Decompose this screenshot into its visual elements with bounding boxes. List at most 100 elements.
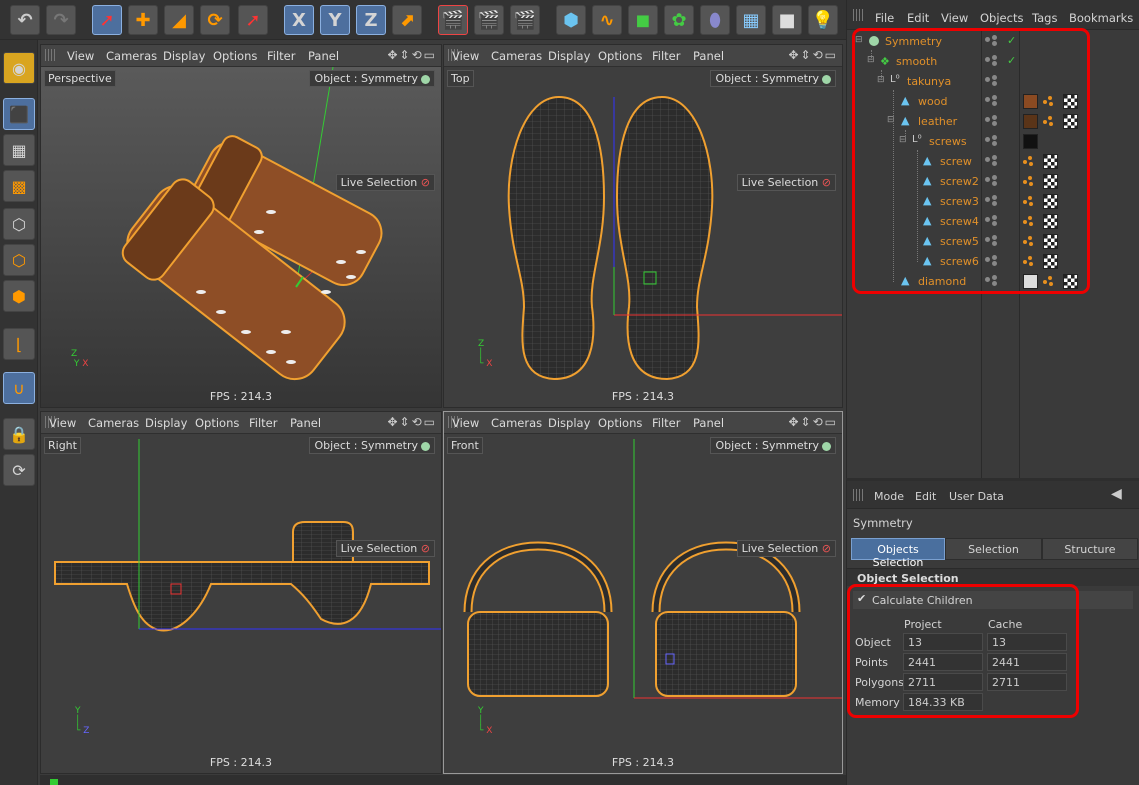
menu-cameras[interactable]: Cameras (491, 49, 542, 63)
recent-tool-button[interactable]: ➚ (238, 5, 268, 35)
undo-button[interactable]: ↶ (10, 5, 40, 35)
tab-objects-selection[interactable]: Objects Selection (851, 538, 945, 569)
om-menu-edit[interactable]: Edit (907, 11, 929, 25)
live-selection-label: Live Selection ⊘ (736, 174, 836, 191)
viewport-canvas[interactable]: Perspective Object : Symmetry Live Selec… (41, 67, 441, 407)
menu-filter[interactable]: Filter (267, 49, 295, 63)
axis-mode-button[interactable]: ⌊ (3, 328, 35, 360)
menu-panel[interactable]: Panel (308, 49, 339, 63)
viewport-nav-icons[interactable]: ✥⇕⟲▭ (788, 48, 838, 62)
viewport-nav-icons[interactable]: ✥⇕⟲▭ (387, 415, 437, 429)
menu-options[interactable]: Options (195, 416, 239, 430)
fps-readout: FPS : 214.3 (209, 390, 273, 403)
subdivision-icon: ◼ (635, 9, 651, 31)
deformer-button[interactable]: ⬮ (700, 5, 730, 35)
polygons-mode-button[interactable]: ⬢ (3, 280, 35, 312)
light-button[interactable]: 💡 (808, 5, 838, 35)
back-arrow-icon[interactable]: ◀ (1111, 486, 1122, 502)
am-menu-edit[interactable]: Edit (915, 490, 936, 503)
cursor-icon: ➚ (245, 9, 261, 31)
y-axis-button[interactable]: Y (320, 5, 350, 35)
spline-button[interactable]: ∿ (592, 5, 622, 35)
planar-workplane-button[interactable]: ⟳ (3, 454, 35, 486)
om-menu-objects[interactable]: Objects (980, 11, 1023, 25)
left-toolbar: ◉ ⬛ ▦ ▩ ⬡ ⬡ ⬢ ⌊ ∪ 🔒 ⟳ (0, 40, 38, 785)
cube-button[interactable]: ⬢ (556, 5, 586, 35)
menu-cameras[interactable]: Cameras (491, 416, 542, 430)
viewport-nav-icons[interactable]: ✥⇕⟲▭ (788, 415, 838, 429)
menu-display[interactable]: Display (548, 416, 590, 430)
menu-options[interactable]: Options (598, 416, 642, 430)
model-mode-button[interactable]: ⬛ (3, 98, 35, 130)
menu-panel[interactable]: Panel (693, 416, 724, 430)
menu-display[interactable]: Display (163, 49, 205, 63)
rotate-tool-button[interactable]: ⟳ (200, 5, 230, 35)
select-tool-button[interactable]: ➚ (92, 5, 122, 35)
menu-view[interactable]: View (452, 416, 479, 430)
z-axis-button[interactable]: Z (356, 5, 386, 35)
lock-workplane-button[interactable]: 🔒 (3, 418, 35, 450)
move-tool-button[interactable]: ✚ (128, 5, 158, 35)
menu-view[interactable]: View (67, 49, 94, 63)
viewport-canvas[interactable]: Front Object : Symmetry Live Selection ⊘… (444, 434, 842, 773)
am-menu-user-data[interactable]: User Data (949, 490, 1004, 503)
menu-panel[interactable]: Panel (693, 49, 724, 63)
viewport-perspective[interactable]: View Cameras Display Options Filter Pane… (40, 44, 442, 408)
object-manager: File Edit View Objects Tags Bookmarks ⊟ … (846, 0, 1139, 478)
redo-button[interactable]: ↷ (46, 5, 76, 35)
texture-mode-button[interactable]: ▦ (3, 134, 35, 166)
workplane-mode-button[interactable]: ▩ (3, 170, 35, 202)
camera-button[interactable]: ■ (772, 5, 802, 35)
make-editable-icon: ◉ (12, 58, 26, 78)
axis-gizmo-icon: Z │ └ X (478, 339, 493, 369)
render-view-button[interactable]: 🎬 (438, 5, 468, 35)
viewport-menu: View Cameras Display Options Filter Pane… (41, 45, 441, 67)
timeline-marker[interactable] (50, 779, 58, 785)
viewport-right[interactable]: View Cameras Display Options Filter Pane… (40, 411, 442, 774)
tab-structure[interactable]: Structure (1042, 538, 1138, 560)
menu-display[interactable]: Display (145, 416, 187, 430)
x-axis-button[interactable]: X (284, 5, 314, 35)
menu-panel[interactable]: Panel (290, 416, 321, 430)
axis-gizmo-icon: Y │ └ Z (75, 706, 90, 736)
render-picture-viewer-button[interactable]: 🎬 (474, 5, 504, 35)
menu-filter[interactable]: Filter (249, 416, 277, 430)
floor-button[interactable]: ▦ (736, 5, 766, 35)
menu-display[interactable]: Display (548, 49, 590, 63)
menu-view[interactable]: View (49, 416, 76, 430)
menu-filter[interactable]: Filter (652, 416, 680, 430)
axis-gizmo-icon: Y │ └ X (478, 706, 493, 736)
viewport-canvas[interactable]: Top Object : Symmetry Live Selection ⊘ Z… (444, 67, 842, 407)
timeline-strip[interactable] (40, 775, 846, 785)
menu-options[interactable]: Options (598, 49, 642, 63)
symmetry-icon (822, 441, 831, 451)
object-label: Object : Symmetry (309, 437, 435, 454)
points-mode-button[interactable]: ⬡ (3, 208, 35, 240)
om-menu-tags[interactable]: Tags (1032, 11, 1057, 25)
clapper-icon: 🎬 (441, 9, 465, 31)
generator-button[interactable]: ◼ (628, 5, 658, 35)
make-editable-button[interactable]: ◉ (3, 52, 35, 84)
am-menu-mode[interactable]: Mode (874, 490, 904, 503)
coordinate-system-button[interactable]: ⬈ (392, 5, 422, 35)
om-menu-view[interactable]: View (941, 11, 968, 25)
render-settings-button[interactable]: 🎬 (510, 5, 540, 35)
menu-view[interactable]: View (452, 49, 479, 63)
snap-button[interactable]: ∪ (3, 372, 35, 404)
menu-filter[interactable]: Filter (652, 49, 680, 63)
menu-cameras[interactable]: Cameras (106, 49, 157, 63)
viewport-top[interactable]: View Cameras Display Options Filter Pane… (443, 44, 843, 408)
viewport-front[interactable]: View Cameras Display Options Filter Pane… (443, 411, 843, 774)
om-menu-bookmarks[interactable]: Bookmarks (1069, 11, 1133, 25)
menu-options[interactable]: Options (213, 49, 257, 63)
scale-tool-button[interactable]: ◢ (164, 5, 194, 35)
mograph-button[interactable]: ✿ (664, 5, 694, 35)
om-menu-file[interactable]: File (875, 11, 894, 25)
viewport-canvas[interactable]: Right Object : Symmetry Live Selection ⊘… (41, 434, 441, 773)
redo-icon: ↷ (53, 9, 69, 31)
menu-cameras[interactable]: Cameras (88, 416, 139, 430)
viewport-nav-icons[interactable]: ✥⇕⟲▭ (387, 48, 437, 62)
edges-mode-button[interactable]: ⬡ (3, 244, 35, 276)
lock-icon: 🔒 (9, 424, 29, 444)
tab-selection[interactable]: Selection (945, 538, 1042, 560)
